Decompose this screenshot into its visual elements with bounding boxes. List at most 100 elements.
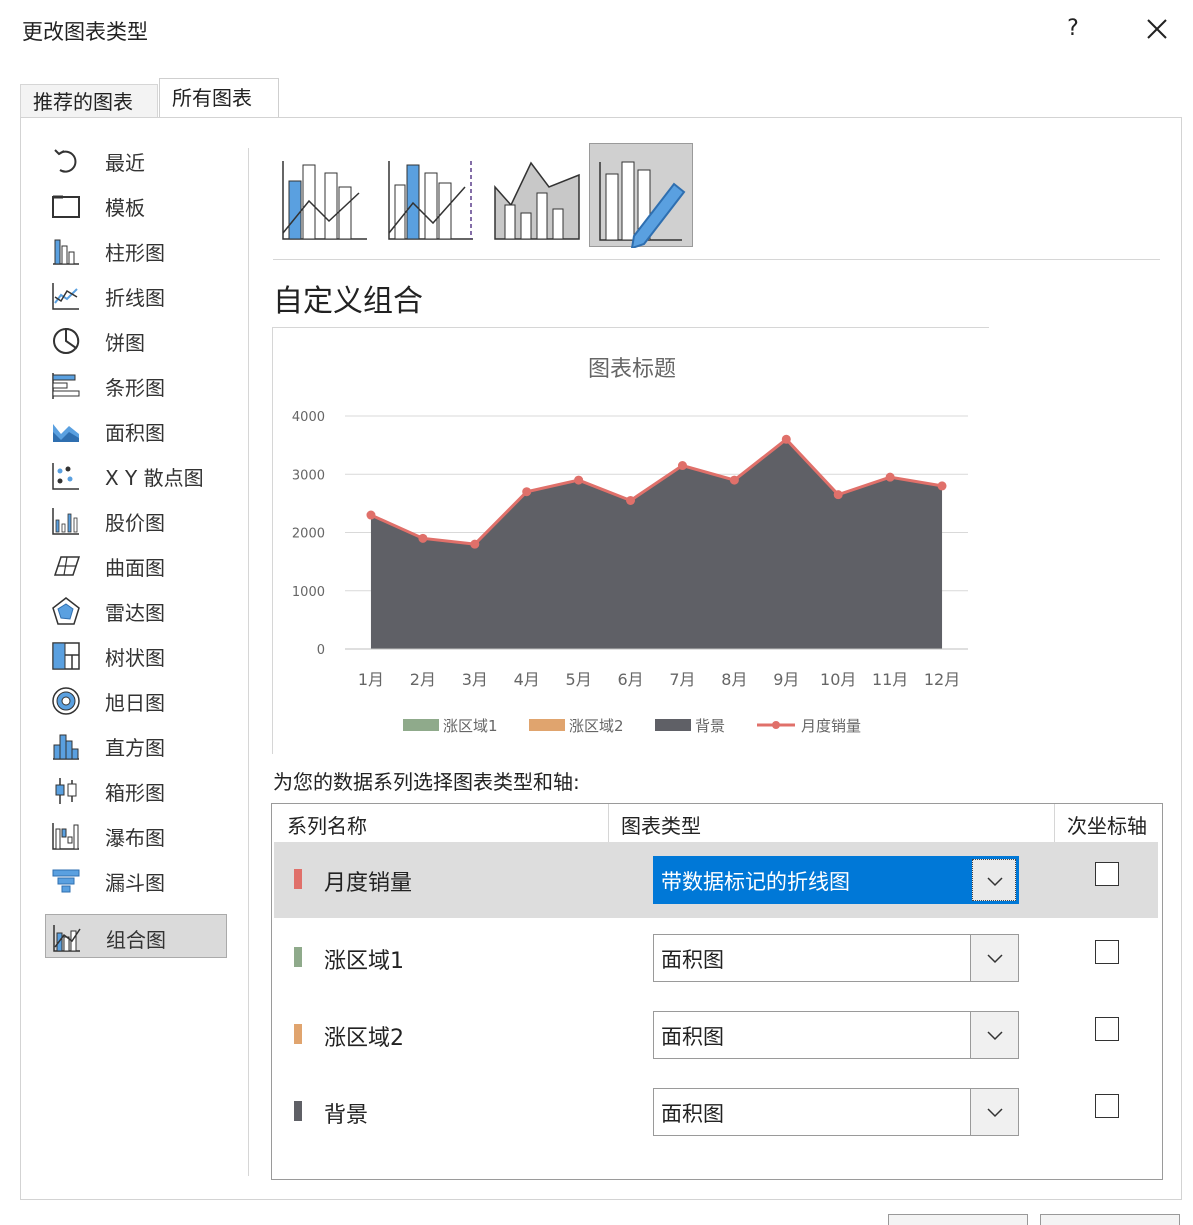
subtype-clustered-column-line[interactable]	[275, 143, 379, 247]
chart-type-dropdown[interactable]: 面积图	[653, 934, 1019, 982]
chevron-down-icon	[987, 1031, 1003, 1041]
chart-type-label: 股价图	[105, 511, 165, 535]
dropdown-button[interactable]	[970, 1012, 1018, 1058]
preview-chart: 图表标题 0 1000 2000 3000 4000 1月 2月 3月 4月 5月 6月 7月 8月 9月 1…	[292, 357, 968, 735]
legend-swatch	[529, 719, 565, 731]
chart-type-funnel[interactable]: 漏斗图	[45, 858, 227, 902]
chart-type-surface[interactable]: 曲面图	[45, 543, 227, 587]
chart-type-label: 雷达图	[105, 601, 165, 625]
y-tick-label: 0	[317, 643, 325, 658]
dropdown-value: 带数据标记的折线图	[661, 870, 850, 894]
chart-type-dropdown[interactable]: 带数据标记的折线图	[653, 856, 1019, 904]
chart-type-scatter[interactable]: X Y 散点图	[45, 453, 227, 497]
chart-type-label: 柱形图	[105, 241, 165, 265]
secondary-axis-checkbox[interactable]	[1095, 1094, 1119, 1118]
column-chart-icon	[53, 239, 79, 265]
chart-type-bar[interactable]: 条形图	[45, 363, 227, 407]
data-point-marker	[833, 490, 843, 500]
clustered-column-line-icon	[282, 161, 367, 240]
chart-type-dropdown[interactable]: 面积图	[653, 1011, 1019, 1059]
series-row-background[interactable]: 背景 面积图	[274, 1074, 1158, 1150]
chevron-down-icon	[987, 877, 1003, 887]
x-tick-label: 12月	[924, 670, 960, 689]
pie-chart-icon	[53, 327, 80, 354]
scatter-chart-icon	[52, 463, 79, 490]
chart-type-recent[interactable]: 最近	[45, 138, 227, 182]
chevron-down-icon	[987, 954, 1003, 964]
sunburst-chart-icon	[52, 687, 80, 715]
x-tick-label: 9月	[773, 670, 799, 689]
chart-type-column[interactable]: 柱形图	[45, 228, 227, 272]
dialog-titlebar: 更改图表类型 ?	[0, 0, 1193, 60]
subtype-clustered-column-line-secondary-axis[interactable]	[381, 143, 485, 247]
chart-type-label: 树状图	[105, 646, 165, 670]
secondary-axis-checkbox[interactable]	[1095, 1017, 1119, 1041]
header-series-name: 系列名称	[287, 814, 367, 838]
chart-type-radar[interactable]: 雷达图	[45, 588, 227, 632]
chart-type-treemap[interactable]: 树状图	[45, 633, 227, 677]
x-tick-label: 4月	[514, 670, 540, 689]
chart-type-box-whisker[interactable]: 箱形图	[45, 768, 227, 812]
data-point-marker	[626, 495, 636, 505]
series-color-swatch	[294, 1101, 302, 1121]
clustered-column-line-secondary-axis-icon	[388, 161, 473, 240]
tab-recommended-charts[interactable]: 推荐的图表	[20, 84, 158, 118]
secondary-axis-checkbox[interactable]	[1095, 940, 1119, 964]
secondary-axis-checkbox[interactable]	[1095, 862, 1119, 886]
y-tick-label: 2000	[292, 527, 325, 542]
x-tick-label: 8月	[721, 670, 747, 689]
stacked-area-clustered-column-icon	[494, 161, 580, 240]
dropdown-button[interactable]	[970, 1089, 1018, 1135]
chart-type-label: 最近	[105, 151, 145, 175]
data-point-marker	[470, 539, 480, 549]
help-button[interactable]: ?	[1058, 12, 1088, 46]
chart-type-histogram[interactable]: 直方图	[45, 723, 227, 767]
cancel-button[interactable]	[1040, 1214, 1180, 1225]
treemap-chart-icon	[52, 642, 80, 670]
dropdown-button[interactable]	[970, 935, 1018, 981]
series-row-rise-area-2[interactable]: 涨区域2 面积图	[274, 997, 1158, 1073]
dropdown-button[interactable]	[972, 859, 1016, 901]
series-color-swatch	[294, 869, 302, 889]
chart-type-template[interactable]: 模板	[45, 183, 227, 227]
series-table: 系列名称 图表类型 次坐标轴 月度销量 带数据标记的折线图 涨区域1 面积图 涨…	[271, 803, 1163, 1180]
chart-type-label: 直方图	[105, 736, 165, 760]
close-icon	[1147, 19, 1167, 39]
chart-type-waterfall[interactable]: 瀑布图	[45, 813, 227, 857]
header-secondary-axis: 次坐标轴	[1067, 814, 1147, 838]
subtype-custom-combination[interactable]	[589, 143, 693, 250]
series-row-rise-area-1[interactable]: 涨区域1 面积图	[274, 920, 1158, 996]
chart-type-sunburst[interactable]: 旭日图	[45, 678, 227, 722]
header-divider	[608, 804, 609, 842]
legend-marker	[772, 721, 780, 729]
x-tick-label: 6月	[617, 670, 643, 689]
tab-all-charts[interactable]: 所有图表	[159, 78, 279, 118]
series-name: 背景	[324, 1103, 369, 1128]
ok-button[interactable]	[888, 1214, 1028, 1225]
chart-type-combo[interactable]: 组合图	[45, 914, 227, 958]
chart-type-area[interactable]: 面积图	[45, 408, 227, 452]
chart-type-label: 箱形图	[105, 781, 165, 805]
dropdown-value: 面积图	[661, 1025, 724, 1049]
y-tick-label: 4000	[292, 410, 325, 425]
data-point-marker	[781, 434, 791, 444]
template-icon	[52, 195, 80, 218]
horizontal-divider	[273, 259, 1160, 260]
x-tick-label: 11月	[872, 670, 908, 689]
data-point-marker	[366, 510, 376, 520]
close-button[interactable]	[1138, 10, 1176, 48]
series-row-monthly-sales[interactable]: 月度销量 带数据标记的折线图	[274, 842, 1158, 918]
legend-swatch	[655, 719, 691, 731]
subtype-stacked-area-clustered-column[interactable]	[487, 143, 591, 247]
data-point-marker	[937, 481, 947, 491]
vertical-divider	[248, 148, 249, 1176]
chart-type-dropdown[interactable]: 面积图	[653, 1088, 1019, 1136]
chart-type-line[interactable]: 折线图	[45, 273, 227, 317]
y-tick-label: 1000	[292, 585, 325, 600]
chart-type-stock[interactable]: 股价图	[45, 498, 227, 542]
series-select-prompt: 为您的数据系列选择图表类型和轴:	[273, 770, 580, 794]
y-tick-label: 3000	[292, 468, 325, 483]
chart-type-pie[interactable]: 饼图	[45, 318, 227, 362]
series-color-swatch	[294, 1024, 302, 1044]
header-chart-type: 图表类型	[621, 814, 701, 838]
